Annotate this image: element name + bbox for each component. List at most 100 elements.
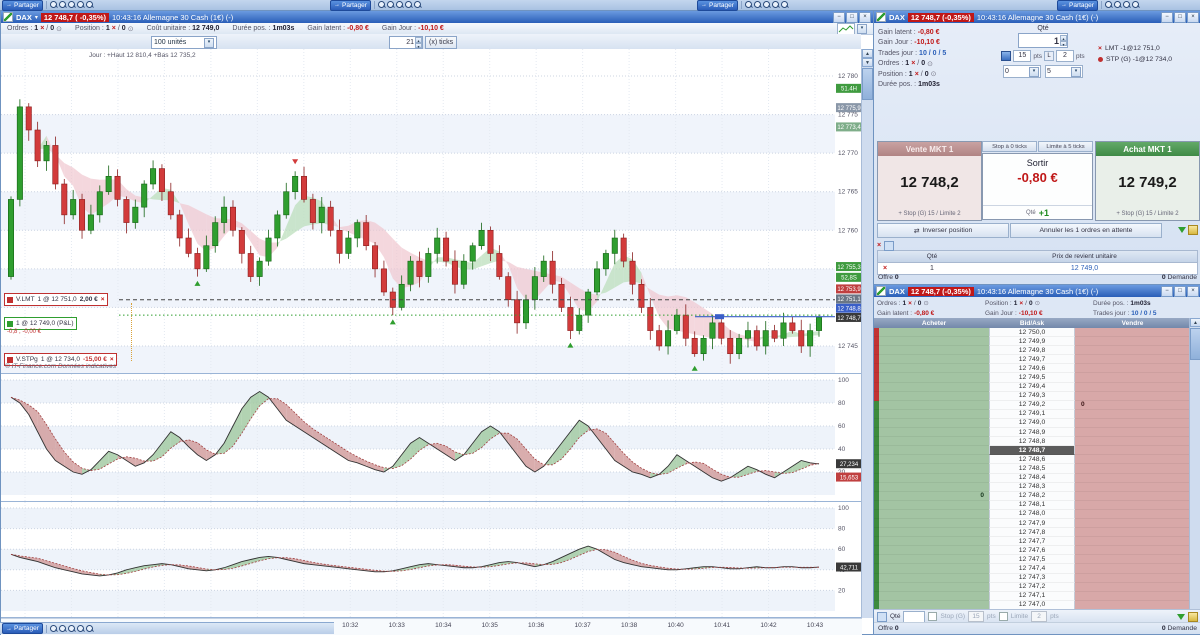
bid-qty-cell[interactable] (879, 583, 989, 592)
ask-qty-cell[interactable] (1075, 583, 1190, 592)
cancel-order-icon[interactable]: × (101, 296, 105, 303)
dom-row[interactable]: 12 747,6 (874, 546, 1190, 555)
zoom-icon[interactable] (378, 1, 386, 9)
bid-qty-cell[interactable] (879, 383, 989, 392)
bid-qty-cell[interactable] (879, 510, 989, 519)
scroll-down-icon[interactable]: ▼ (862, 58, 873, 67)
ask-qty-cell[interactable] (1075, 364, 1190, 373)
dom-row[interactable]: 12 747,3 (874, 574, 1190, 583)
close-button[interactable]: × (1187, 12, 1199, 23)
bid-qty-cell[interactable] (879, 401, 989, 410)
sell-limit-order-tag[interactable]: V.LMT 1 @ 12 751,0 2,00 € × (4, 293, 108, 306)
dom-stop-input[interactable]: 15 (968, 611, 984, 622)
bid-qty-cell[interactable] (879, 373, 989, 382)
ask-qty-cell[interactable] (1075, 546, 1190, 555)
ask-qty-cell[interactable] (1075, 574, 1190, 583)
zoom-icon[interactable] (772, 1, 780, 9)
share-button[interactable]: →Partager (697, 0, 738, 11)
zoom-icon[interactable] (414, 1, 422, 9)
bid-qty-cell[interactable] (879, 592, 989, 601)
zoom-icon[interactable] (1123, 1, 1131, 9)
ask-qty-cell[interactable] (1075, 337, 1190, 346)
bid-qty-cell[interactable] (879, 555, 989, 564)
key-icon[interactable] (1188, 225, 1198, 235)
ask-qty-cell[interactable] (1075, 564, 1190, 573)
dom-row[interactable]: 12 747,5 (874, 555, 1190, 564)
scroll-up-icon[interactable]: ▲ (862, 49, 873, 58)
dom-row[interactable]: 12 749,4 (874, 383, 1190, 392)
zoom-icon[interactable] (77, 1, 85, 9)
bid-qty-cell[interactable]: 0 (879, 492, 989, 501)
close-button[interactable]: × (859, 12, 871, 23)
dom-row[interactable]: 012 748,2 (874, 492, 1190, 501)
dom-row[interactable]: 12 748,4 (874, 474, 1190, 483)
ask-qty-cell[interactable] (1075, 555, 1190, 564)
zoom-icon[interactable] (745, 1, 753, 9)
zoom-icon[interactable] (781, 1, 789, 9)
ask-qty-cell[interactable] (1075, 501, 1190, 510)
minimize-button[interactable]: − (1161, 286, 1173, 297)
ask-qty-cell[interactable] (1075, 464, 1190, 473)
ask-qty-cell[interactable] (1075, 410, 1190, 419)
chart-scrollbar[interactable]: ▲ ▼ (861, 49, 873, 618)
zoom-icon[interactable] (50, 1, 58, 9)
stop-preset-icon[interactable] (1001, 51, 1011, 61)
stop-at-button[interactable]: Stop à 0 ticks (982, 141, 1037, 152)
limit-at-button[interactable]: Limite à 5 ticks (1038, 141, 1093, 152)
ask-qty-cell[interactable] (1075, 537, 1190, 546)
maximize-button[interactable]: □ (846, 12, 858, 23)
dom-row[interactable]: 12 748,5 (874, 464, 1190, 473)
dom-row[interactable]: 12 747,1 (874, 592, 1190, 601)
bid-qty-cell[interactable] (879, 446, 989, 455)
dom-row[interactable]: 12 749,6 (874, 364, 1190, 373)
ask-qty-cell[interactable] (1075, 474, 1190, 483)
ask-qty-cell[interactable] (1075, 419, 1190, 428)
limit-ticks-input[interactable]: 2 (1056, 50, 1074, 62)
ask-qty-cell[interactable] (1075, 328, 1190, 337)
ask-qty-cell[interactable] (1075, 428, 1190, 437)
bid-qty-cell[interactable] (879, 537, 989, 546)
stop-checkbox[interactable] (928, 612, 937, 621)
dom-row[interactable]: 12 749,3 (874, 392, 1190, 401)
dom-qty-input[interactable] (903, 611, 925, 623)
bid-qty-cell[interactable] (879, 474, 989, 483)
zoom-icon[interactable] (86, 625, 94, 633)
share-button[interactable]: →Partager (1057, 0, 1098, 11)
sell-market-button[interactable]: Vente MKT 1 12 748,2 + Stop (G) 15 / Lim… (877, 141, 982, 221)
bid-qty-cell[interactable] (879, 464, 989, 473)
dom-row[interactable]: 12 747,2 (874, 583, 1190, 592)
maximize-button[interactable]: □ (1174, 286, 1186, 297)
dom-row[interactable]: 12 749,8 (874, 346, 1190, 355)
cancel-order-icon[interactable]: × (1098, 45, 1102, 52)
scroll-up-icon[interactable]: ▲ (1190, 318, 1200, 327)
dom-scrollbar[interactable]: ▲ (1189, 318, 1200, 610)
ask-qty-cell[interactable] (1075, 346, 1190, 355)
zoom-icon[interactable] (763, 1, 771, 9)
bid-qty-cell[interactable] (879, 410, 989, 419)
bid-qty-cell[interactable] (879, 419, 989, 428)
symbol-dropdown-icon[interactable]: ▾ (35, 14, 38, 21)
ask-qty-cell[interactable] (1075, 592, 1190, 601)
scrollbar-thumb[interactable] (862, 68, 873, 100)
filter-icon[interactable] (1178, 227, 1186, 233)
stop-ticks-input[interactable]: 15 (1013, 50, 1031, 62)
share-button[interactable]: →Partager (330, 0, 371, 11)
working-order-limit[interactable]: × LMT -1@12 751,0 (1098, 43, 1198, 54)
working-order-stop[interactable]: STP (G) -1@12 734,0 (1098, 54, 1198, 65)
grid-icon[interactable] (877, 612, 887, 622)
bid-qty-cell[interactable] (879, 346, 989, 355)
dom-row[interactable]: 12 747,9 (874, 519, 1190, 528)
cancel-orders-button[interactable]: Annuler les 1 ordres en attente (1010, 223, 1162, 238)
bid-qty-cell[interactable] (879, 428, 989, 437)
ask-qty-cell[interactable] (1075, 492, 1190, 501)
dom-row[interactable]: 12 748,9 (874, 428, 1190, 437)
dom-row[interactable]: 12 749,1 (874, 410, 1190, 419)
bid-qty-cell[interactable] (879, 519, 989, 528)
minimize-button[interactable]: − (833, 12, 845, 23)
chart-options-dropdown-icon[interactable]: ▾ (857, 24, 867, 34)
bid-qty-cell[interactable] (879, 564, 989, 573)
dom-row[interactable]: 12 749,5 (874, 373, 1190, 382)
share-button[interactable]: →Partager (2, 623, 43, 634)
bid-qty-cell[interactable] (879, 483, 989, 492)
bid-qty-cell[interactable] (879, 501, 989, 510)
